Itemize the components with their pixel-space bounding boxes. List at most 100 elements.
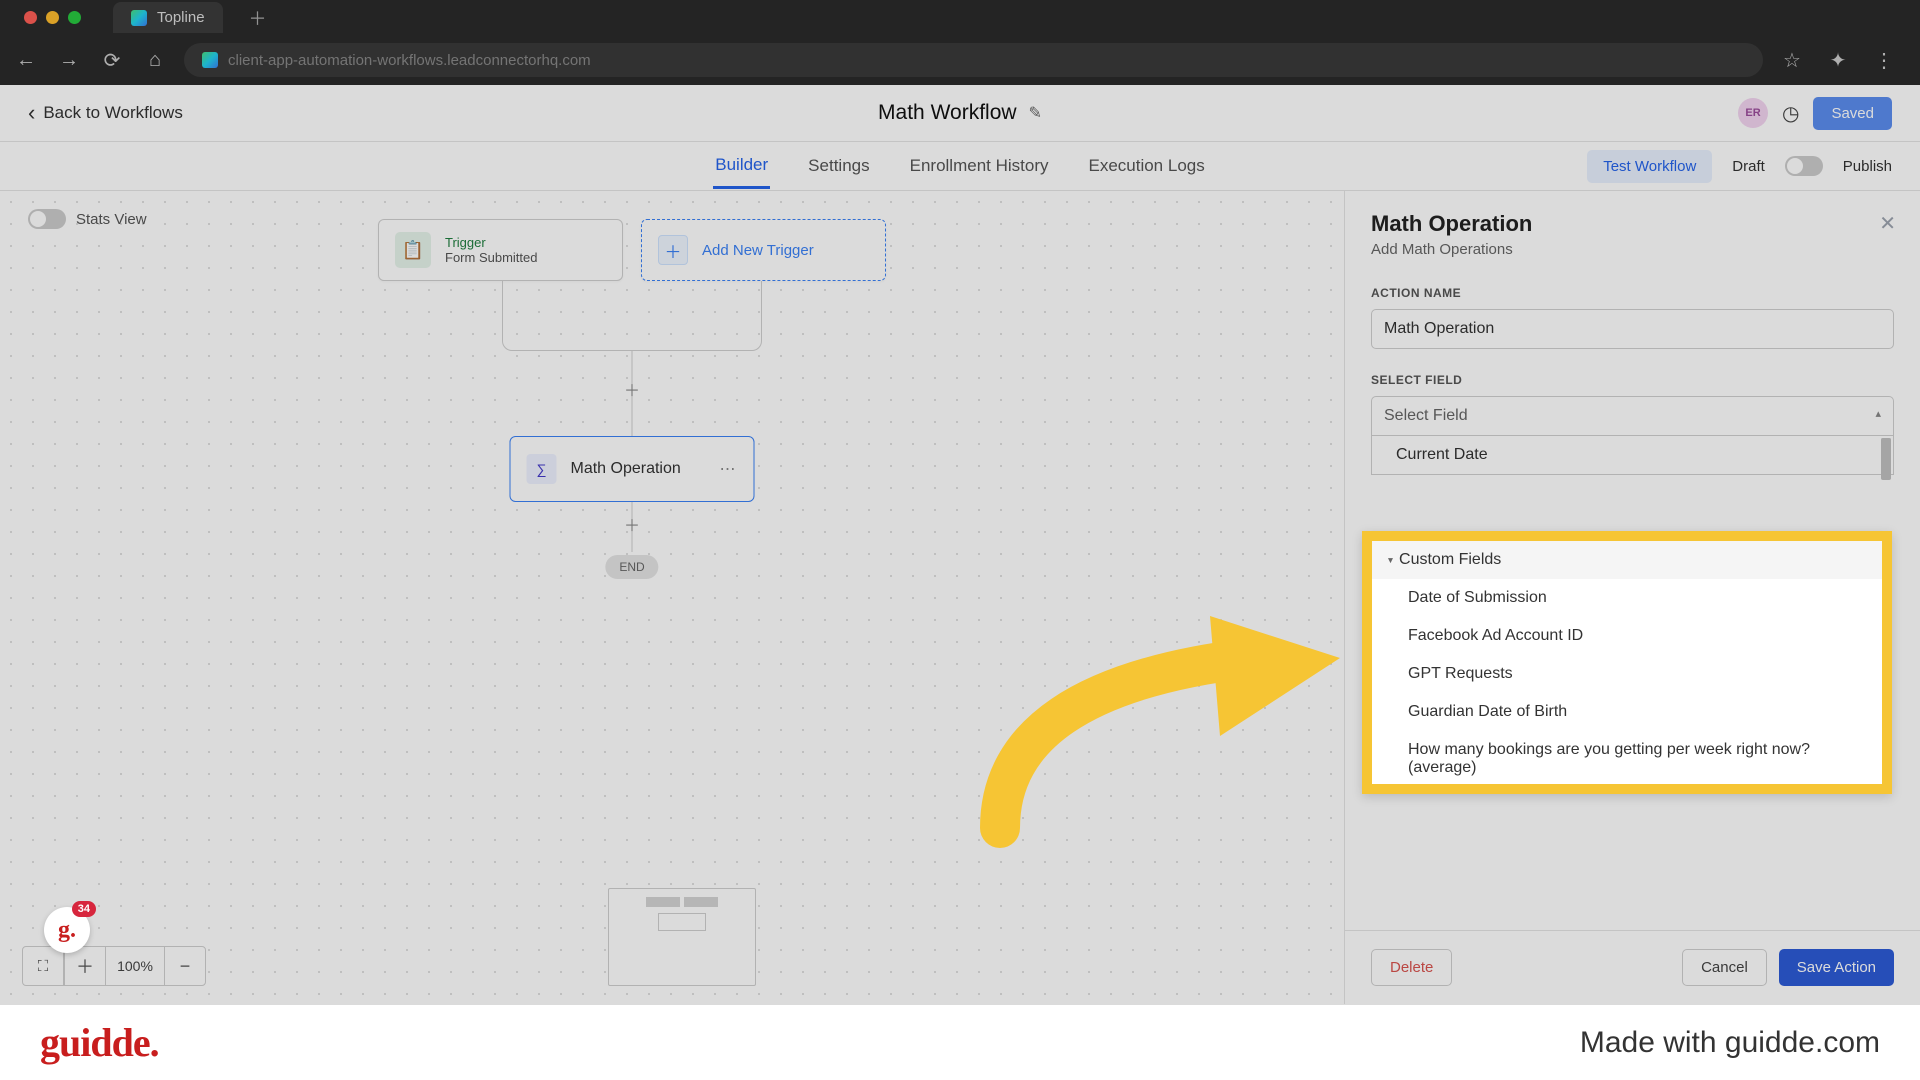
made-with-text: Made with guidde.com xyxy=(1580,1026,1880,1060)
minimap-content xyxy=(642,897,722,931)
dropdown-group-custom-fields[interactable]: Custom Fields xyxy=(1372,541,1882,579)
back-to-workflows-link[interactable]: ‹ Back to Workflows xyxy=(28,100,183,126)
close-window-icon[interactable] xyxy=(24,11,37,24)
stats-toggle-switch[interactable] xyxy=(28,209,66,229)
zoom-out-button[interactable]: − xyxy=(164,946,206,986)
browser-chrome: Topline ＋ ← → ⟳ ⌂ client-app-automation-… xyxy=(0,0,1920,85)
plus-icon: ＋ xyxy=(658,235,688,265)
saved-button[interactable]: Saved xyxy=(1813,97,1892,130)
select-field-dropdown: Current Date xyxy=(1371,436,1894,475)
side-panel-header: Math Operation Add Math Operations ✕ xyxy=(1345,191,1920,264)
nav-right: ☆ ✦ ⋮ xyxy=(1778,46,1908,74)
dropdown-scrollbar[interactable] xyxy=(1881,438,1891,472)
trigger-label: Trigger xyxy=(445,235,537,250)
add-new-trigger-card[interactable]: ＋ Add New Trigger xyxy=(641,219,886,281)
select-field-label: SELECT FIELD xyxy=(1371,373,1894,387)
guidde-badge[interactable]: g. 34 xyxy=(44,907,90,953)
add-step-plus-icon[interactable]: ＋ xyxy=(624,377,640,401)
draft-label: Draft xyxy=(1732,158,1765,175)
triggers-row: 📋 Trigger Form Submitted ＋ Add New Trigg… xyxy=(378,219,886,281)
back-icon[interactable]: ← xyxy=(12,46,40,74)
delete-button[interactable]: Delete xyxy=(1371,949,1452,986)
save-action-button[interactable]: Save Action xyxy=(1779,949,1894,986)
window-controls xyxy=(10,11,95,24)
tab-settings[interactable]: Settings xyxy=(806,145,871,187)
url-text: client-app-automation-workflows.leadconn… xyxy=(228,52,591,69)
browser-tab[interactable]: Topline xyxy=(113,2,223,33)
connector-line xyxy=(632,411,633,436)
tab-execution-logs[interactable]: Execution Logs xyxy=(1086,145,1206,187)
tab-favicon-icon xyxy=(131,10,147,26)
url-bar[interactable]: client-app-automation-workflows.leadconn… xyxy=(184,43,1763,77)
stats-view-toggle[interactable]: Stats View xyxy=(28,209,147,229)
side-panel-title: Math Operation xyxy=(1371,211,1894,237)
avatar[interactable]: ER xyxy=(1738,98,1768,128)
tab-builder[interactable]: Builder xyxy=(713,144,770,189)
action-more-icon[interactable]: ⋯ xyxy=(720,459,738,479)
select-placeholder: Select Field xyxy=(1384,407,1468,424)
footer-bar: guidde. Made with guidde.com xyxy=(0,1005,1920,1080)
publish-label: Publish xyxy=(1843,158,1892,175)
dropdown-item-date-submission[interactable]: Date of Submission xyxy=(1372,579,1882,617)
tabs-right: Test Workflow Draft Publish xyxy=(1587,150,1892,183)
side-panel-footer: Delete Cancel Save Action xyxy=(1345,930,1920,1004)
bookmark-star-icon[interactable]: ☆ xyxy=(1778,46,1806,74)
dropdown-item-guardian-dob[interactable]: Guardian Date of Birth xyxy=(1372,693,1882,731)
test-workflow-button[interactable]: Test Workflow xyxy=(1587,150,1712,183)
extensions-icon[interactable]: ✦ xyxy=(1824,46,1852,74)
tab-title: Topline xyxy=(157,9,205,26)
nav-bar: ← → ⟳ ⌂ client-app-automation-workflows.… xyxy=(0,35,1920,85)
new-tab-button[interactable]: ＋ xyxy=(243,3,273,33)
forward-icon[interactable]: → xyxy=(55,46,83,74)
stats-view-label: Stats View xyxy=(76,211,147,228)
dropdown-item-current-date[interactable]: Current Date xyxy=(1372,436,1893,474)
minimize-window-icon[interactable] xyxy=(46,11,59,24)
home-icon[interactable]: ⌂ xyxy=(141,46,169,74)
menu-dots-icon[interactable]: ⋮ xyxy=(1870,46,1898,74)
math-icon: ∑ xyxy=(527,454,557,484)
highlight-box: Custom Fields Date of Submission Faceboo… xyxy=(1362,531,1892,794)
workflow-title: Math Workflow xyxy=(878,101,1016,125)
reload-icon[interactable]: ⟳ xyxy=(98,46,126,74)
maximize-window-icon[interactable] xyxy=(68,11,81,24)
dropdown-item-bookings[interactable]: How many bookings are you getting per we… xyxy=(1372,731,1882,787)
select-field-group: SELECT FIELD Select Field Current Date xyxy=(1371,373,1894,475)
action-card-math[interactable]: ∑ Math Operation ⋯ xyxy=(510,436,755,502)
action-name-input[interactable] xyxy=(1371,309,1894,349)
guidde-footer-logo: guidde. xyxy=(40,1019,159,1066)
highlight-content: Custom Fields Date of Submission Faceboo… xyxy=(1372,541,1882,787)
chevron-left-icon: ‹ xyxy=(28,100,35,126)
badge-count: 34 xyxy=(72,901,96,917)
action-name-label: ACTION NAME xyxy=(1371,286,1894,300)
end-node: END xyxy=(605,555,658,579)
back-label: Back to Workflows xyxy=(43,103,183,123)
guide-arrow-icon xyxy=(970,568,1370,848)
select-field-input[interactable]: Select Field xyxy=(1371,396,1894,436)
add-trigger-label: Add New Trigger xyxy=(702,242,814,259)
workflow-title-wrap: Math Workflow ✎ xyxy=(878,101,1042,125)
edit-title-icon[interactable]: ✎ xyxy=(1029,103,1042,123)
publish-toggle[interactable] xyxy=(1785,156,1823,176)
header-right: ER ◷ Saved xyxy=(1738,97,1892,130)
tabs-row: Builder Settings Enrollment History Exec… xyxy=(0,142,1920,191)
dropdown-item-gpt-requests[interactable]: GPT Requests xyxy=(1372,655,1882,693)
dropdown-item-facebook-ad[interactable]: Facebook Ad Account ID xyxy=(1372,617,1882,655)
trigger-sublabel: Form Submitted xyxy=(445,250,537,265)
close-panel-icon[interactable]: ✕ xyxy=(1879,211,1896,236)
form-icon: 📋 xyxy=(395,232,431,268)
app-header: ‹ Back to Workflows Math Workflow ✎ ER ◷… xyxy=(0,85,1920,142)
tab-bar: Topline ＋ xyxy=(0,0,1920,35)
cancel-button[interactable]: Cancel xyxy=(1682,949,1767,986)
history-icon[interactable]: ◷ xyxy=(1782,101,1799,126)
add-step-plus-icon[interactable]: ＋ xyxy=(624,512,640,536)
trigger-card[interactable]: 📋 Trigger Form Submitted xyxy=(378,219,623,281)
tab-enrollment-history[interactable]: Enrollment History xyxy=(908,145,1051,187)
side-panel-subtitle: Add Math Operations xyxy=(1371,241,1894,258)
minimap[interactable] xyxy=(608,888,756,986)
action-name-field: ACTION NAME xyxy=(1371,286,1894,349)
connector-box xyxy=(502,281,762,351)
site-identity-icon xyxy=(202,52,218,68)
trigger-text: Trigger Form Submitted xyxy=(445,235,537,265)
zoom-level: 100% xyxy=(106,946,164,986)
action-card-label: Math Operation xyxy=(571,460,681,478)
